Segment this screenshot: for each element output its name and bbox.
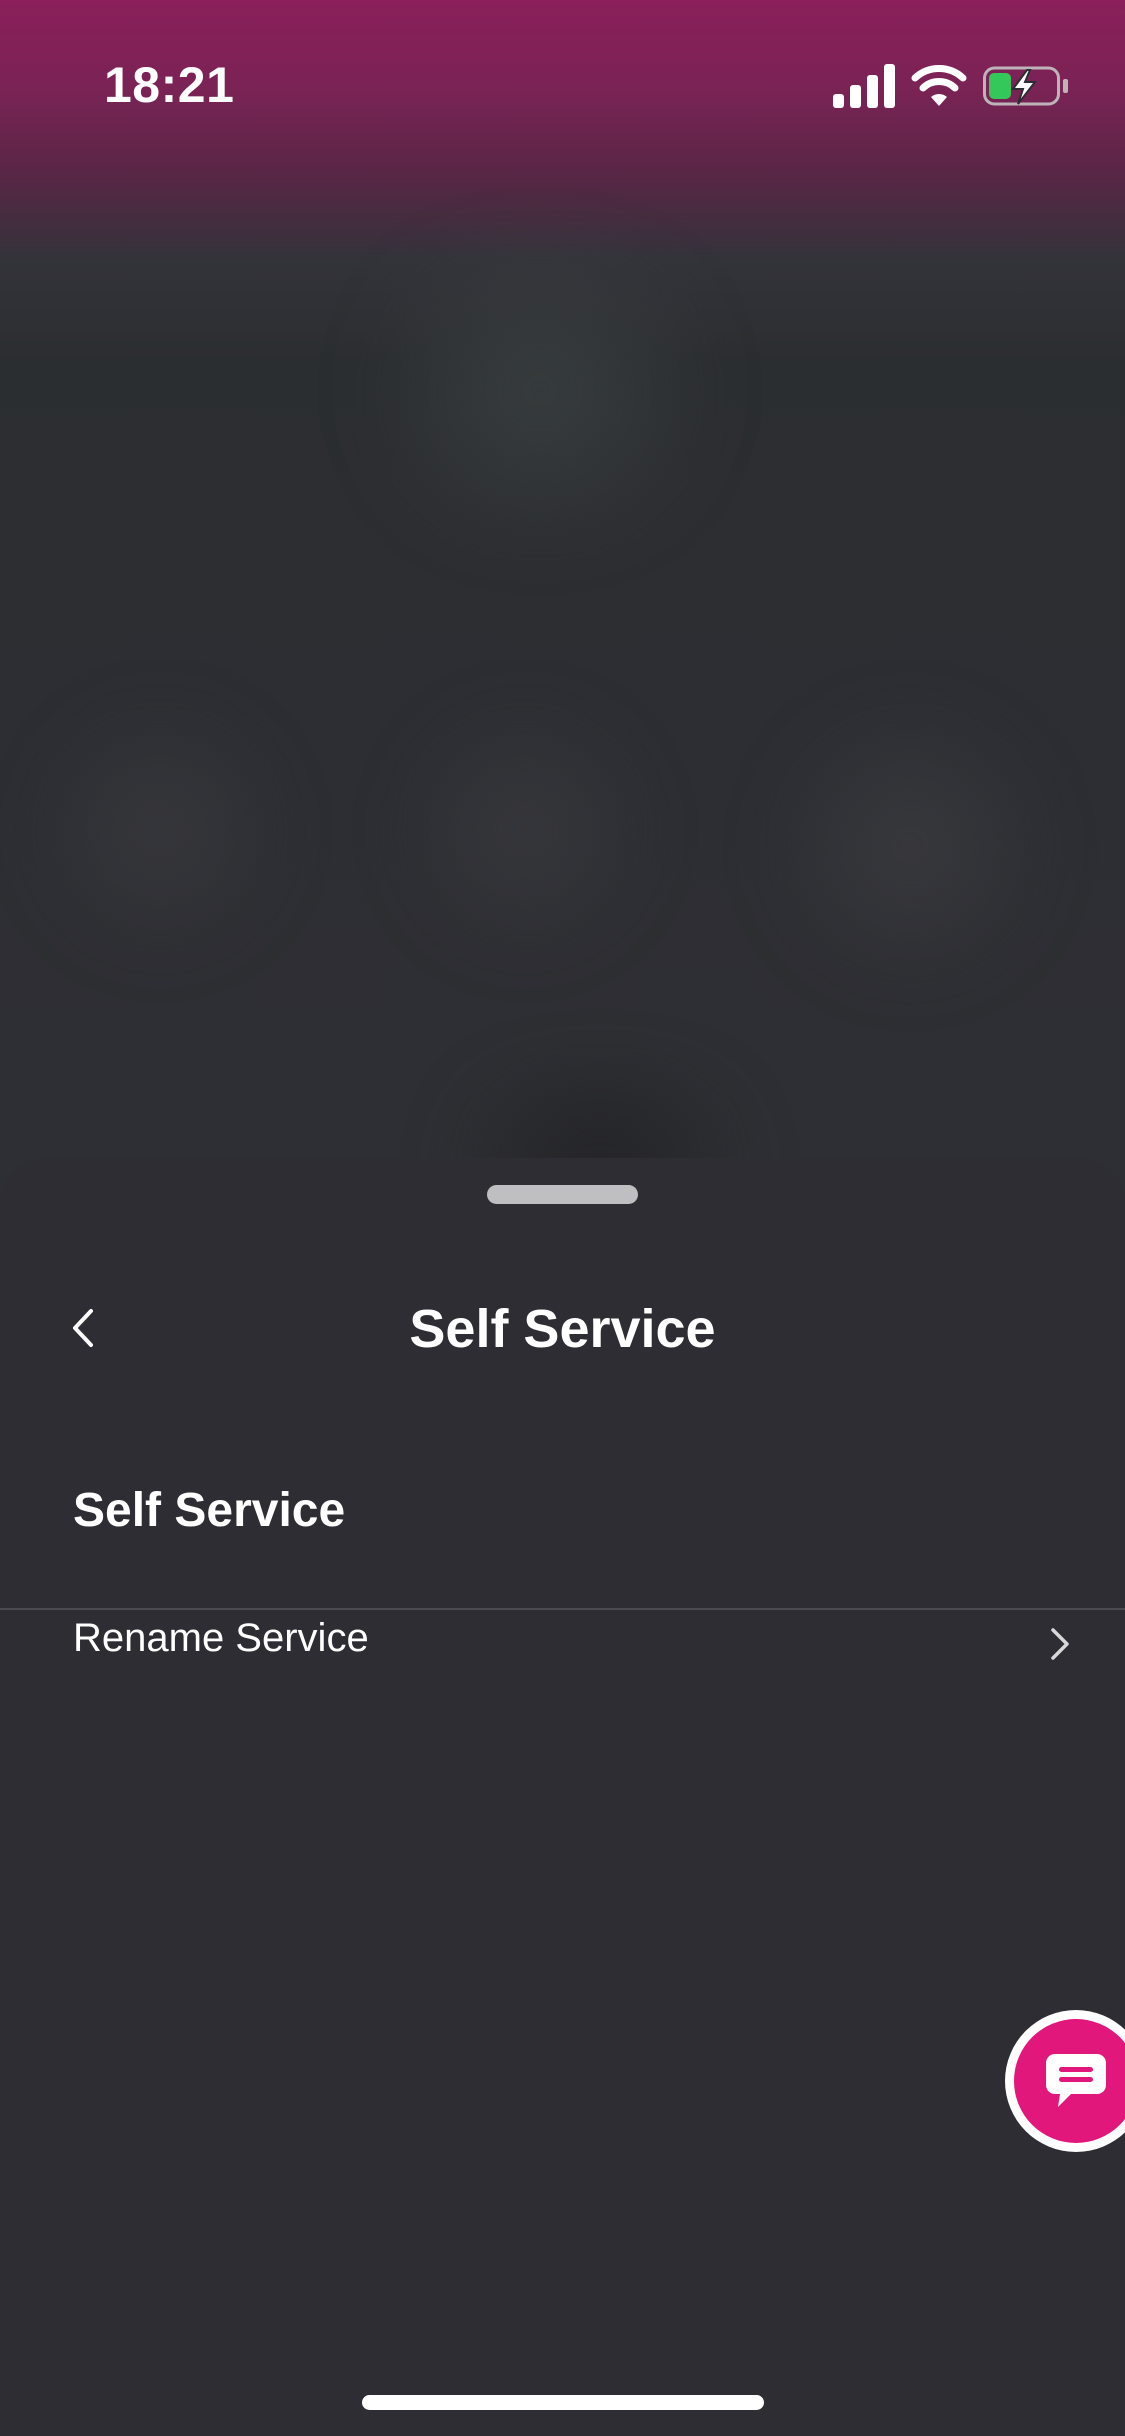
signal-icon (833, 64, 895, 108)
status-icons (833, 64, 1069, 108)
chat-button-fill (1014, 2019, 1125, 2143)
wifi-icon (911, 65, 967, 106)
home-indicator[interactable] (362, 2395, 764, 2410)
rename-service-row[interactable]: Rename Service (0, 1610, 1125, 1680)
chevron-right-icon (1051, 1628, 1069, 1660)
blurred-shape (395, 700, 655, 960)
blurred-shape (330, 240, 750, 540)
navigation-bar: Self Service (0, 1278, 1125, 1378)
battery-charging-icon (983, 66, 1068, 106)
section-heading: Self Service (73, 1484, 346, 1537)
page-title: Self Service (409, 1299, 716, 1359)
bottom-sheet: Self Service Self Service Rename Service (0, 1158, 1125, 2436)
status-time: 18:21 (104, 57, 235, 113)
blurred-shape (765, 700, 1055, 990)
sheet-grabber[interactable] (487, 1185, 638, 1204)
list-item-label: Rename Service (73, 1616, 369, 1660)
blurred-shape (30, 700, 290, 960)
status-bar: 18:21 (0, 0, 1125, 140)
blurred-background (0, 0, 1125, 1200)
chat-bubble-icon (1046, 2054, 1106, 2107)
